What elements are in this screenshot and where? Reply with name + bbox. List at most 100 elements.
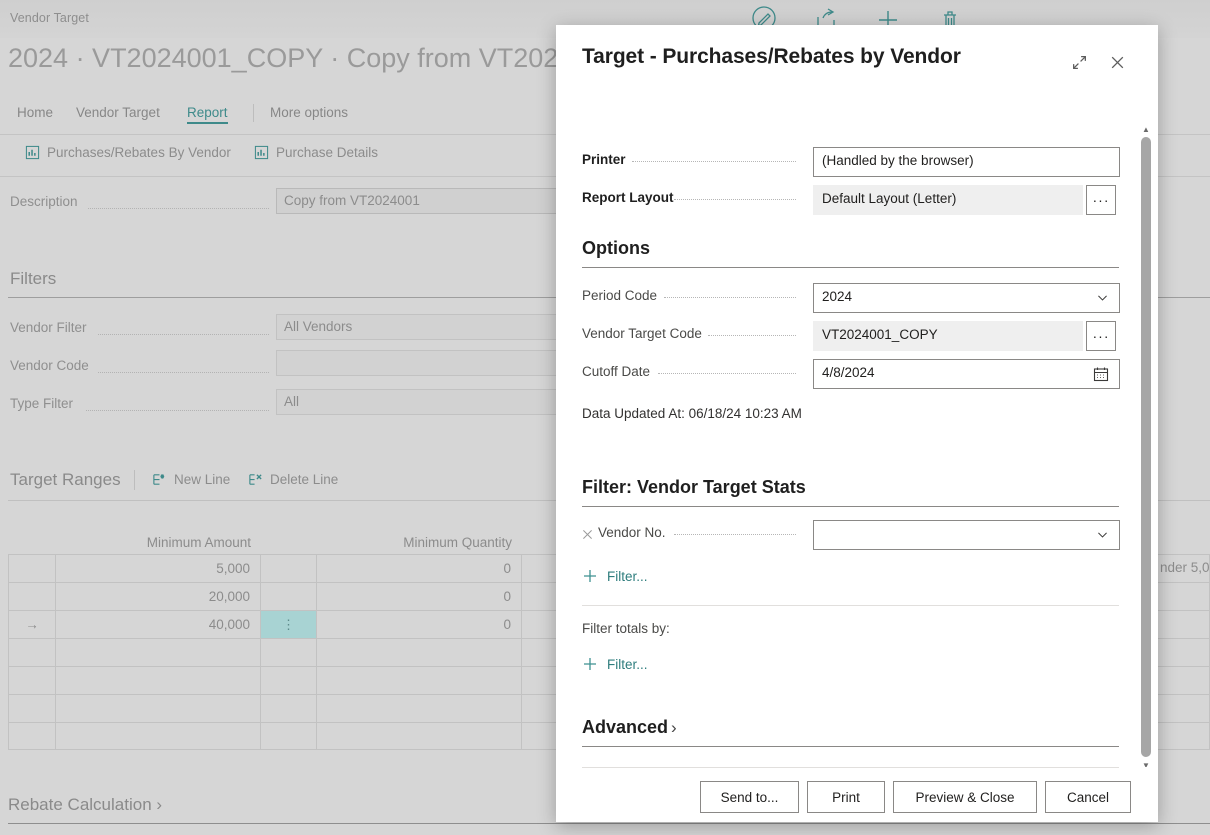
chevron-right-icon: › — [671, 717, 677, 737]
cell-row-menu[interactable]: ⋮ — [261, 611, 317, 638]
cell-minimum-amount[interactable]: 40,000 — [56, 611, 261, 638]
advanced-section-toggle[interactable]: Advanced › — [582, 717, 677, 738]
expand-diagonal-icon[interactable] — [1064, 47, 1094, 77]
vendor-no-select[interactable] — [813, 520, 1120, 550]
data-updated-text: Data Updated At: 06/18/24 10:23 AM — [582, 406, 802, 421]
print-button[interactable]: Print — [807, 781, 885, 813]
tab-report[interactable]: Report — [187, 105, 228, 124]
advanced-label: Advanced — [582, 717, 669, 737]
advanced-rule — [582, 746, 1119, 747]
close-icon[interactable] — [1102, 47, 1132, 77]
row-menu-icon: ⋮ — [282, 616, 295, 632]
vendor-no-dot-leader — [674, 534, 796, 535]
new-line-button[interactable]: New Line — [152, 472, 230, 487]
filters-heading: Filters — [10, 269, 57, 288]
report-layout-dot-leader — [674, 199, 796, 200]
row-indicator — [8, 555, 56, 582]
vendor-target-code-row: Vendor Target Code VT2024001_COPY ··· — [556, 321, 1158, 351]
calendar-icon[interactable] — [1093, 366, 1109, 385]
cell-row-menu[interactable] — [261, 667, 317, 694]
cutoff-date-row: Cutoff Date 4/8/2024 — [556, 359, 1158, 389]
vendor-target-code-field[interactable]: VT2024001_COPY — [813, 321, 1083, 351]
grid-header-minimum-quantity[interactable]: Minimum Quantity — [317, 535, 522, 554]
cell-minimum-quantity[interactable] — [317, 667, 522, 694]
cell-minimum-amount[interactable]: 20,000 — [56, 583, 261, 610]
remove-filter-icon[interactable] — [582, 528, 593, 539]
cell-row-menu[interactable] — [261, 583, 317, 610]
cell-minimum-amount[interactable] — [56, 667, 261, 694]
add-filter-totals-button[interactable]: Filter... — [582, 656, 648, 672]
cancel-button[interactable]: Cancel — [1045, 781, 1131, 813]
vendor-code-label: Vendor Code — [10, 358, 89, 373]
cell-minimum-amount[interactable] — [56, 695, 261, 722]
report-layout-row: Report Layout Default Layout (Letter) ··… — [556, 185, 1158, 215]
printer-row: Printer (Handled by the browser) — [556, 147, 1158, 197]
new-line-label: New Line — [174, 472, 231, 487]
ribbon-item-purchases-rebates-by-vendor[interactable]: Purchases/Rebates By Vendor — [25, 145, 231, 160]
cell-minimum-quantity[interactable] — [317, 695, 522, 722]
breadcrumb[interactable]: Vendor Target — [10, 11, 89, 25]
new-line-icon — [152, 472, 167, 487]
grid-header-menu — [261, 550, 317, 554]
report-layout-browse-button[interactable]: ··· — [1086, 185, 1116, 215]
cell-minimum-quantity[interactable]: 0 — [317, 611, 522, 638]
plus-icon — [582, 568, 598, 584]
filter-totals-label: Filter totals by: — [582, 621, 670, 636]
grid-header-minimum-amount[interactable]: Minimum Amount — [56, 535, 261, 554]
vendor-target-code-browse-button[interactable]: ··· — [1086, 321, 1116, 351]
tab-more-options[interactable]: More options — [270, 105, 348, 120]
report-layout-field[interactable]: Default Layout (Letter) — [813, 185, 1083, 215]
row-indicator: → — [8, 611, 56, 638]
cell-minimum-quantity[interactable] — [317, 723, 522, 749]
cell-minimum-quantity[interactable]: 0 — [317, 555, 522, 582]
dialog-body: Printer (Handled by the browser) Report … — [556, 115, 1158, 767]
page-title: 2024 · VT2024001_COPY · Copy from VT2024… — [8, 43, 619, 73]
filter-divider — [582, 605, 1119, 606]
report-chart-icon — [254, 145, 269, 160]
vendor-filter-dot-leader — [98, 334, 269, 335]
row-indicator — [8, 639, 56, 666]
vendor-no-filter-row: Vendor No. — [556, 520, 1158, 550]
cell-row-menu[interactable] — [261, 695, 317, 722]
dialog-footer: Send to... Print Preview & Close Cancel — [556, 767, 1158, 822]
report-chart-icon — [25, 145, 40, 160]
printer-label: Printer — [582, 152, 626, 167]
tab-vendor-target[interactable]: Vendor Target — [76, 105, 160, 120]
dialog-title: Target - Purchases/Rebates by Vendor — [582, 45, 961, 68]
delete-line-icon — [248, 472, 263, 487]
row-indicator — [8, 667, 56, 694]
rebate-calculation-rule — [8, 823, 1210, 824]
plus-icon — [582, 656, 598, 672]
options-heading: Options — [582, 238, 650, 258]
cell-row-menu[interactable] — [261, 555, 317, 582]
cell-row-menu[interactable] — [261, 639, 317, 666]
cell-minimum-amount[interactable] — [56, 639, 261, 666]
delete-line-label: Delete Line — [270, 472, 339, 487]
cell-minimum-amount[interactable]: 5,000 — [56, 555, 261, 582]
preview-and-close-button[interactable]: Preview & Close — [893, 781, 1037, 813]
cell-minimum-quantity[interactable] — [317, 639, 522, 666]
row-indicator — [8, 695, 56, 722]
cutoff-date-label: Cutoff Date — [582, 364, 651, 379]
rebate-calculation-heading[interactable]: Rebate Calculation › — [8, 795, 162, 815]
cutoff-date-input[interactable]: 4/8/2024 — [813, 359, 1120, 389]
period-code-select[interactable]: 2024 — [813, 283, 1120, 313]
cell-minimum-quantity[interactable]: 0 — [317, 583, 522, 610]
send-to-button[interactable]: Send to... — [700, 781, 799, 813]
partial-cell-text: nder 5,00 — [1160, 560, 1210, 575]
row-indicator — [8, 723, 56, 749]
add-filter-button[interactable]: Filter... — [582, 568, 648, 584]
ribbon-item-purchase-details[interactable]: Purchase Details — [254, 145, 378, 160]
period-code-row: Period Code 2024 — [556, 283, 1158, 313]
delete-line-button[interactable]: Delete Line — [248, 472, 338, 487]
cell-minimum-amount[interactable] — [56, 723, 261, 749]
ribbon-item-label: Purchases/Rebates By Vendor — [47, 145, 231, 160]
printer-select[interactable]: (Handled by the browser) — [813, 147, 1120, 177]
printer-dot-leader — [632, 161, 796, 162]
tab-home[interactable]: Home — [17, 105, 53, 120]
cell-row-menu[interactable] — [261, 723, 317, 749]
target-ranges-divider — [134, 470, 135, 490]
report-request-dialog: Target - Purchases/Rebates by Vendor ▲ ▼… — [556, 25, 1158, 822]
ribbon-item-label: Purchase Details — [276, 145, 379, 160]
footer-divider — [582, 767, 1119, 768]
